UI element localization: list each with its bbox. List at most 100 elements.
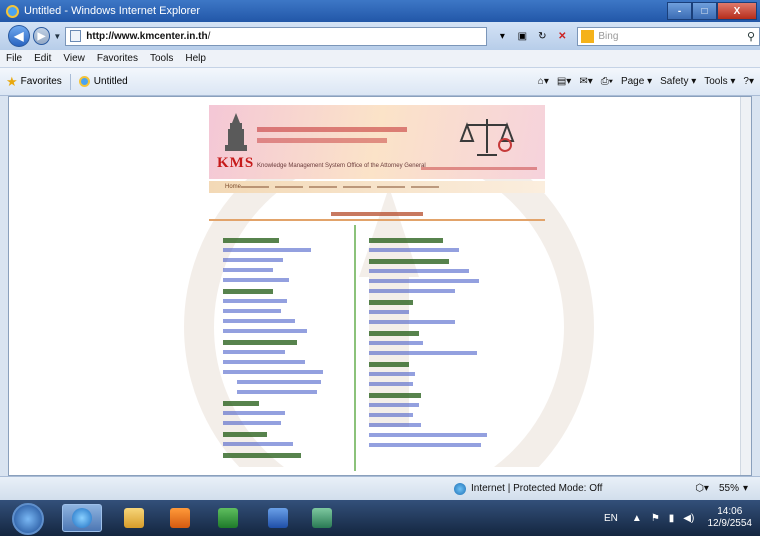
list-item-link[interactable] xyxy=(223,248,311,252)
safety-menu[interactable]: Safety ▾ xyxy=(660,76,696,87)
banner-subtitle-line xyxy=(257,138,387,143)
list-item-link[interactable] xyxy=(369,248,459,252)
nav-link[interactable] xyxy=(377,186,406,188)
favorites-star-icon[interactable]: ★ xyxy=(6,74,18,90)
list-item-link[interactable] xyxy=(237,380,321,384)
protected-mode-icon[interactable]: ⬡▾ xyxy=(695,483,709,494)
menu-tools[interactable]: Tools xyxy=(150,53,173,64)
forward-button[interactable]: ▶ xyxy=(32,27,51,45)
vertical-scrollbar[interactable] xyxy=(740,97,751,475)
menu-favorites[interactable]: Favorites xyxy=(97,53,138,64)
nav-home-link[interactable]: Home xyxy=(225,184,241,190)
url-domain: http://www.kmcenter.in.th xyxy=(86,30,208,42)
menu-file[interactable]: File xyxy=(6,53,22,64)
list-item-link[interactable] xyxy=(223,258,283,262)
flag-icon[interactable]: ⚑ xyxy=(651,513,660,524)
list-item-link[interactable] xyxy=(223,360,305,364)
zoom-level[interactable]: 55% xyxy=(719,483,739,494)
list-item-link[interactable] xyxy=(223,268,273,272)
nav-link[interactable] xyxy=(275,186,304,188)
menu-edit[interactable]: Edit xyxy=(34,53,51,64)
list-item-link[interactable] xyxy=(369,320,455,324)
history-dropdown-icon[interactable]: ▼ xyxy=(53,32,61,41)
volume-icon[interactable]: ◀) xyxy=(683,513,694,524)
menu-help[interactable]: Help xyxy=(185,53,206,64)
clock[interactable]: 14:06 12/9/2554 xyxy=(708,506,753,530)
taskbar-explorer-button[interactable] xyxy=(114,504,154,532)
menu-view[interactable]: View xyxy=(63,53,85,64)
taskbar-media-button[interactable] xyxy=(160,504,200,532)
group-heading xyxy=(223,340,297,345)
list-item-link[interactable] xyxy=(369,382,413,386)
address-input[interactable]: http://www.kmcenter.in.th / xyxy=(65,26,488,46)
back-button[interactable]: ◀ xyxy=(8,25,30,47)
close-button[interactable]: X xyxy=(717,2,757,20)
list-item-link[interactable] xyxy=(223,421,281,425)
taskbar-excel-button[interactable] xyxy=(208,504,248,532)
list-item-link[interactable] xyxy=(369,443,481,447)
taskbar-app-button[interactable] xyxy=(302,504,342,532)
list-item-link[interactable] xyxy=(223,299,287,303)
list-item-link[interactable] xyxy=(369,269,469,273)
search-input[interactable]: Bing ⚲ xyxy=(577,26,760,46)
maximize-button[interactable]: □ xyxy=(692,2,717,20)
tab-untitled[interactable]: Untitled xyxy=(94,76,128,87)
list-item-link[interactable] xyxy=(369,341,423,345)
favorites-button[interactable]: Favorites xyxy=(21,76,62,87)
tray-arrow-icon[interactable]: ▲ xyxy=(632,513,642,524)
security-zone-status[interactable]: Internet | Protected Mode: Off xyxy=(471,483,602,494)
group-heading xyxy=(369,393,421,398)
list-item-link[interactable] xyxy=(369,372,415,376)
nav-link[interactable] xyxy=(343,186,372,188)
list-item-link[interactable] xyxy=(369,403,419,407)
list-item-link[interactable] xyxy=(223,350,285,354)
group-heading xyxy=(369,300,413,305)
list-item-link[interactable] xyxy=(369,423,421,427)
list-item-link[interactable] xyxy=(223,411,285,415)
taskbar-word-button[interactable] xyxy=(258,504,298,532)
minimize-button[interactable]: - xyxy=(667,2,692,20)
list-item-link[interactable] xyxy=(223,319,295,323)
list-item-link[interactable] xyxy=(223,370,323,374)
zoom-dropdown-icon[interactable]: ▾ xyxy=(743,483,748,494)
refresh-icon[interactable]: ↻ xyxy=(533,27,551,45)
mail-icon[interactable]: ✉▾ xyxy=(579,76,592,87)
list-item-link[interactable] xyxy=(369,289,455,293)
language-indicator[interactable]: EN xyxy=(604,513,618,524)
feeds-icon[interactable]: ▤▾ xyxy=(557,76,571,87)
site-nav: Home xyxy=(209,181,545,193)
list-item-link[interactable] xyxy=(223,278,289,282)
network-icon[interactable]: ▮ xyxy=(669,513,675,524)
tools-menu[interactable]: Tools ▾ xyxy=(704,76,735,87)
page-icon xyxy=(70,30,82,42)
list-item-link[interactable] xyxy=(369,413,413,417)
compatibility-icon[interactable]: ▣ xyxy=(513,27,531,45)
nav-link[interactable] xyxy=(309,186,338,188)
address-dropdown-icon[interactable]: ▾ xyxy=(493,27,511,45)
home-icon[interactable]: ⌂▾ xyxy=(538,76,549,87)
list-item-link[interactable] xyxy=(369,351,477,355)
print-icon[interactable]: ⎙▾ xyxy=(601,76,613,87)
arrow-right-icon: ▶ xyxy=(37,30,46,42)
list-item-link[interactable] xyxy=(369,433,487,437)
search-icon[interactable]: ⚲ xyxy=(747,30,755,43)
page-menu[interactable]: Page ▾ xyxy=(621,76,652,87)
list-item-link[interactable] xyxy=(223,309,281,313)
list-item-link[interactable] xyxy=(237,390,317,394)
page-viewport: KMS Knowledge Management System Office o… xyxy=(8,96,752,476)
menu-bar: File Edit View Favorites Tools Help xyxy=(0,50,760,68)
taskbar-ie-button[interactable] xyxy=(62,504,102,532)
start-button[interactable] xyxy=(12,503,44,535)
list-item-link[interactable] xyxy=(369,279,479,283)
heading-rule xyxy=(209,219,545,221)
list-item-link[interactable] xyxy=(223,329,307,333)
list-item-link[interactable] xyxy=(223,442,293,446)
nav-link[interactable] xyxy=(411,186,440,188)
help-icon[interactable]: ?▾ xyxy=(743,76,754,87)
nav-link[interactable] xyxy=(241,186,270,188)
stop-icon[interactable]: ✕ xyxy=(553,27,571,45)
list-item-link[interactable] xyxy=(369,310,409,314)
right-column xyxy=(369,231,505,453)
folder-icon xyxy=(124,508,144,528)
group-heading xyxy=(223,432,267,437)
